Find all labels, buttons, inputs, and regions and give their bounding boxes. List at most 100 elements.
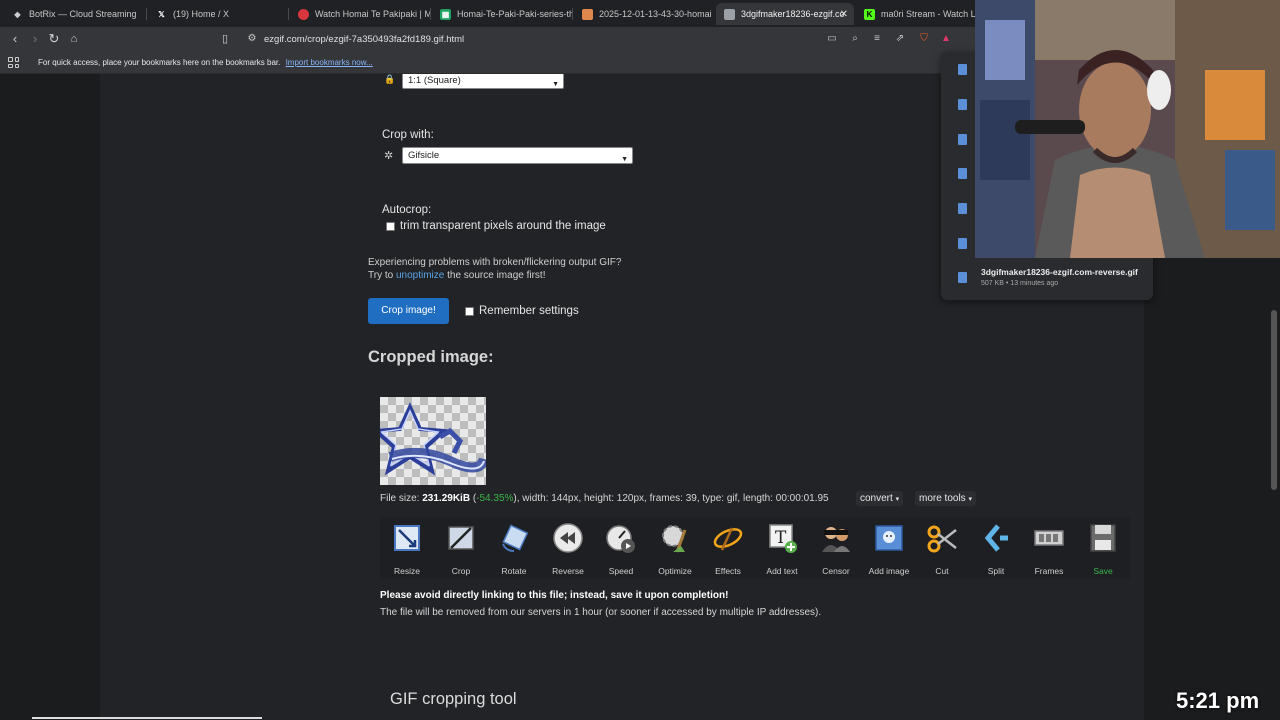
clock-overlay: 5:21 pm [1176,688,1260,713]
tool-effects[interactable]: Effects [702,517,754,579]
file-icon [958,203,967,214]
gear-icon: ✲ [384,150,394,162]
page-scrollbar[interactable] [1271,310,1277,490]
tool-resize[interactable]: Resize [381,517,433,579]
caret-down-icon: ▾ [968,496,972,503]
file-size-value: 231.29KiB [422,493,471,504]
tab-kick[interactable]: K ma0ri Stream - Watch Live [856,3,980,25]
tab-label: Homai-Te-Paki-Paki-series-tha [457,9,572,19]
streamer-webcam-image [975,0,1280,258]
reader-icon[interactable]: ≡ [871,33,883,45]
size-change-percent: -54.35% [476,493,514,504]
unoptimize-link[interactable]: unoptimize [396,270,444,281]
tool-save[interactable]: Save [1077,517,1129,579]
censor-icon [822,527,850,552]
close-tab-icon[interactable]: ✕ [840,9,848,20]
star-logo-graphic [380,402,486,476]
tab-x-home[interactable]: 𝕏 (19) Home / X [148,3,288,25]
apps-icon[interactable] [8,57,19,68]
tool-strip: Resize Crop Rotate Reverse Speed Optimiz… [380,517,1130,579]
reverse-icon [553,523,583,553]
tab-maori-tv[interactable]: Watch Homai Te Pakipaki | MÄ [290,3,430,25]
download-meta: 507 KB • 13 minutes ago [981,280,1059,287]
optimize-icon [662,525,687,553]
kick-icon: K [864,8,875,20]
file-icon [958,238,967,249]
rotate-icon [502,524,529,552]
tool-split[interactable]: Split [970,517,1022,579]
brave-rewards-icon[interactable]: ▲ [940,33,952,45]
tool-censor[interactable]: Censor [810,517,862,579]
effects-icon [713,527,743,551]
convert-dropdown[interactable]: convert ▾ [856,491,904,506]
file-info: File size: 231.29KiB (-54.35%), width: 1… [380,493,829,504]
sheets-icon: ▦ [440,8,451,20]
zoom-icon[interactable]: ⌕ [849,33,861,45]
autocrop-label: Autocrop: [382,204,432,216]
tool-speed[interactable]: Speed [595,517,647,579]
back-icon[interactable]: ‹ [8,32,22,46]
crop-image-button[interactable]: Crop image! [368,298,449,324]
crop-icon [448,526,474,550]
speed-icon [606,525,635,553]
brave-shield-icon[interactable]: ⛉ [918,33,930,45]
tab-botrix[interactable]: ◆ BotRix — Cloud Streaming [4,3,144,25]
tab-label: (19) Home / X [173,9,230,19]
remember-settings-checkbox[interactable] [465,307,474,316]
tool-rotate[interactable]: Rotate [488,517,540,579]
tab-label: 3dgifmaker18236-ezgif.co [741,9,845,19]
problem-text: Experiencing problems with broken/flicke… [368,257,622,268]
resize-icon [394,525,420,551]
cropped-image-heading: Cropped image: [368,348,494,366]
bookmark-icon[interactable]: ▯ [218,32,232,46]
autocrop-option-label: trim transparent pixels around the image [400,220,606,232]
x-icon: 𝕏 [158,9,165,19]
site-info-icon[interactable]: ⚙ [246,33,258,45]
tool-frames[interactable]: Frames [1023,517,1075,579]
chevron-down-icon: ▼ [552,81,559,88]
home-icon[interactable]: ⌂ [67,32,81,46]
remember-settings-label: Remember settings [479,305,579,317]
add-text-icon: T [769,524,797,553]
share-icon[interactable]: ⇗ [894,33,906,45]
tool-crop[interactable]: Crop [435,517,487,579]
tab-label: Watch Homai Te Pakipaki | MÄ [315,9,430,19]
tab-label: ma0ri Stream - Watch Live [881,9,980,19]
section-heading: GIF cropping tool [390,690,517,708]
autocrop-checkbox[interactable] [386,222,395,231]
download-item-last[interactable]: 3dgifmaker18236-ezgif.com-reverse.gif 50… [941,260,1153,294]
chevron-down-icon: ▼ [621,156,628,163]
progress-line [32,717,262,719]
aspect-ratio-select[interactable]: 1:1 (Square) ▼ [402,74,564,89]
tool-reverse[interactable]: Reverse [542,517,594,579]
add-image-icon [875,525,903,551]
frames-icon [1034,530,1064,546]
crop-with-select[interactable]: Gifsicle ▼ [402,147,633,164]
tool-cut[interactable]: Cut [916,517,968,579]
crop-with-label: Crop with: [382,129,434,141]
cast-icon[interactable]: ▭ [826,33,838,45]
cut-icon [927,525,957,553]
forward-icon[interactable]: › [28,32,42,46]
lock-icon: 🔒 [384,74,396,84]
caret-down-icon: ▾ [895,496,900,503]
bookmarks-hint: For quick access, place your bookmarks h… [38,58,373,67]
botrix-icon: ◆ [14,9,21,19]
split-icon [984,524,1008,552]
tab-sheets[interactable]: ▦ Homai-Te-Paki-Paki-series-tha [432,3,572,25]
reload-icon[interactable]: ↻ [47,32,61,46]
url-text: ezgif.com/crop/ezgif-7a350493fa2fd189.gi… [264,34,465,45]
file-icon [958,99,967,110]
unoptimize-hint: Try to unoptimize the source image first… [368,270,546,281]
more-tools-dropdown[interactable]: more tools ▾ [915,491,976,506]
file-icon [958,272,967,283]
tool-add-text[interactable]: T Add text [756,517,808,579]
tool-optimize[interactable]: Optimize [649,517,701,579]
tool-add-image[interactable]: Add image [863,517,915,579]
tab-label: BotRix — Cloud Streaming [29,9,137,19]
tab-file[interactable]: 2025-12-01-13-43-30-homai t [574,3,714,25]
cropped-image-preview[interactable] [380,397,486,485]
import-bookmarks-link[interactable]: Import bookmarks now... [286,58,373,67]
maori-tv-icon [298,8,309,20]
tab-ezgif[interactable]: 3dgifmaker18236-ezgif.co ✕ [716,3,854,25]
